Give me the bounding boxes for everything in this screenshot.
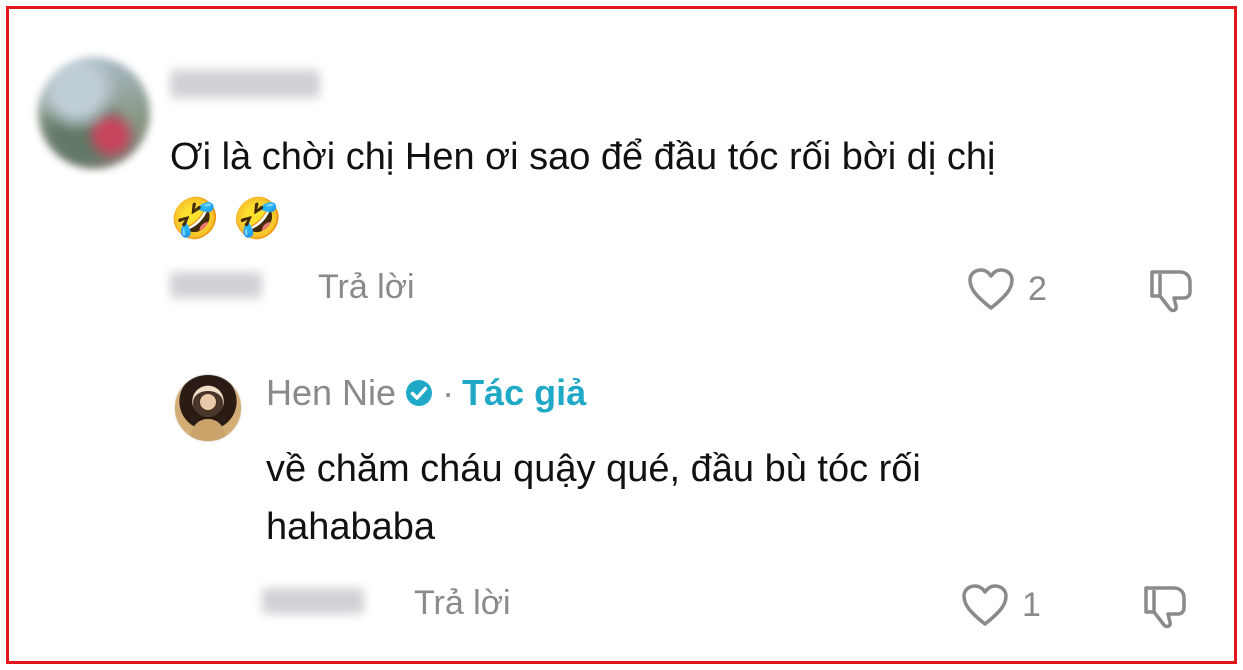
verified-badge-icon <box>406 380 433 406</box>
reply-author-row: Hen Nie · Tác giả <box>266 372 586 414</box>
heart-icon <box>968 268 1014 310</box>
thumbs-down-icon <box>1150 270 1192 313</box>
heart-icon <box>962 584 1008 626</box>
commenter-name-blurred[interactable] <box>170 70 320 98</box>
like-count: 2 <box>1028 269 1047 308</box>
reply-button[interactable]: Trả lời <box>318 268 415 307</box>
reply-like-button[interactable]: 1 <box>960 582 1041 628</box>
commenter-avatar[interactable] <box>38 57 150 169</box>
like-button[interactable]: 2 <box>966 266 1047 312</box>
author-separator: · <box>442 372 455 413</box>
thumbs-down-icon <box>1144 586 1186 629</box>
comment-timestamp-blurred <box>170 272 262 298</box>
reply-dislike-button[interactable] <box>1140 582 1192 630</box>
dislike-button[interactable] <box>1146 266 1198 314</box>
author-name[interactable]: Hen Nie <box>266 372 396 414</box>
reply-text-line2: hahababa <box>266 506 436 548</box>
screenshot-frame <box>6 6 1237 664</box>
comment-text: Ơi là chời chị Hen ơi sao để đầu tóc rối… <box>170 136 996 178</box>
reply-like-count: 1 <box>1022 585 1041 624</box>
author-tag: Tác giả <box>462 372 587 413</box>
author-avatar[interactable] <box>174 374 242 442</box>
comment-emoji: 🤣 🤣 <box>170 196 283 242</box>
reply-timestamp-blurred <box>262 588 364 614</box>
reply-text-line1: về chăm cháu quậy qué, đầu bù tóc rối <box>266 448 921 490</box>
reply-to-reply-button[interactable]: Trả lời <box>414 584 511 623</box>
